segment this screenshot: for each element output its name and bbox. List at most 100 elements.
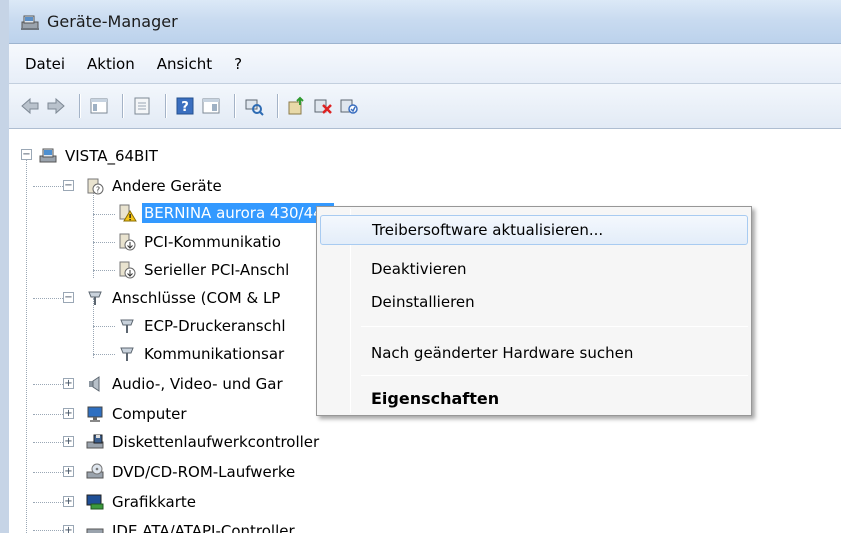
monitor-icon (87, 406, 103, 422)
tree-item-kommunikationsanschluss[interactable]: Kommunikationsar (117, 341, 286, 367)
menu-item-scan-hardware[interactable]: Nach geänderter Hardware suchen (320, 338, 748, 368)
port-icon (120, 347, 134, 361)
uninstall-button[interactable] (312, 95, 334, 117)
tree-item-label: IDE ATA/ATAPI-Controller (112, 522, 295, 533)
menu-item-label: Nach geänderter Hardware suchen (371, 344, 634, 362)
context-menu: Treibersoftware aktualisieren... Deaktiv… (316, 206, 752, 416)
speaker-icon (89, 376, 100, 392)
device-down-arrow-icon (119, 233, 136, 251)
optical-drive-icon (86, 463, 104, 479)
menu-item-label: Deinstallieren (371, 293, 475, 311)
tree-item-dvd[interactable]: DVD/CD-ROM-Laufwerke (85, 459, 297, 485)
window-left-edge (0, 0, 9, 533)
toolbar-separator (79, 94, 80, 118)
display-adapter-icon (86, 494, 104, 510)
toolbar: ? (9, 84, 841, 129)
tree-item-label: Grafikkarte (112, 493, 197, 511)
menu-item-disable[interactable]: Deaktivieren (320, 254, 748, 284)
port-icon (120, 319, 134, 333)
menu-bar: Datei Aktion Ansicht ? (9, 44, 841, 84)
tree-root-label: VISTA_64BIT (65, 147, 158, 165)
tree-connector (93, 242, 115, 243)
action-pane-button[interactable] (200, 95, 222, 117)
update-driver-button[interactable] (286, 95, 308, 117)
port-icon (88, 291, 102, 305)
svg-text:?: ? (96, 186, 100, 195)
back-icon (21, 97, 39, 115)
tree-item-diskettenlaufwerk[interactable]: Diskettenlaufwerkcontroller (85, 429, 321, 455)
scan-hardware-icon (245, 99, 264, 116)
help-icon: ? (176, 97, 194, 115)
tree-connector (93, 214, 115, 215)
svg-text:?: ? (181, 100, 189, 115)
back-button[interactable] (19, 95, 41, 117)
menu-help[interactable]: ? (234, 55, 242, 73)
tree-item-label: Serieller PCI-Anschl (144, 261, 290, 279)
console-tree-button[interactable] (88, 95, 110, 117)
expand-toggle[interactable]: + (63, 378, 74, 389)
update-driver-icon (288, 96, 304, 115)
collapse-toggle[interactable]: − (63, 292, 74, 303)
collapse-toggle[interactable]: − (63, 180, 74, 191)
tree-item-label: Computer (112, 405, 187, 423)
tree-item-andere-geraete[interactable]: ? Andere Geräte (85, 173, 224, 199)
tree-item-label: Anschlüsse (COM & LP (112, 289, 281, 307)
tree-item-grafikkarte[interactable]: Grafikkarte (85, 489, 198, 515)
properties-icon (134, 97, 150, 115)
tree-item-ide[interactable]: IDE ATA/ATAPI-Controller (85, 518, 297, 533)
properties-button[interactable] (131, 95, 153, 117)
window-title: Geräte-Manager (47, 12, 178, 31)
expand-toggle[interactable]: + (63, 496, 74, 507)
menu-aktion[interactable]: Aktion (87, 55, 135, 73)
warning-device-icon (119, 204, 137, 222)
tree-root[interactable]: VISTA_64BIT (38, 143, 160, 169)
scan-hardware-button[interactable] (243, 95, 265, 117)
collapse-toggle[interactable]: − (21, 149, 32, 160)
menu-ansicht[interactable]: Ansicht (157, 55, 212, 73)
device-manager-icon (21, 15, 39, 30)
help-button[interactable]: ? (174, 95, 196, 117)
toolbar-separator (234, 94, 235, 118)
console-tree-icon (90, 98, 108, 114)
tree-item-label-selected: BERNINA aurora 430/440 (142, 203, 335, 223)
expand-toggle[interactable]: + (63, 408, 74, 419)
device-down-arrow-icon (119, 261, 136, 279)
expand-toggle[interactable]: + (63, 525, 74, 533)
tree-item-label: Andere Geräte (112, 177, 222, 195)
tree-item-serieller-pci[interactable]: Serieller PCI-Anschl (117, 257, 291, 283)
menu-item-label: Eigenschaften (371, 388, 500, 408)
toolbar-separator (277, 94, 278, 118)
expand-toggle[interactable]: + (63, 466, 74, 477)
disable-button[interactable] (338, 95, 360, 117)
computer-icon (39, 148, 57, 163)
tree-item-audio[interactable]: Audio-, Video- und Gar (85, 371, 285, 397)
tree-connector (26, 154, 27, 533)
menu-item-uninstall[interactable]: Deinstallieren (320, 287, 748, 317)
menu-datei[interactable]: Datei (25, 55, 65, 73)
tree-connector (93, 326, 115, 327)
tree-item-computer[interactable]: Computer (85, 401, 189, 427)
tree-item-bernina[interactable]: BERNINA aurora 430/440 (117, 200, 335, 226)
toolbar-separator (122, 94, 123, 118)
tree-item-label: Audio-, Video- und Gar (112, 375, 283, 393)
forward-icon (47, 97, 65, 115)
tree-item-label: Kommunikationsar (144, 345, 285, 363)
title-bar[interactable]: Geräte-Manager (9, 0, 841, 44)
menu-item-label: Deaktivieren (371, 260, 467, 278)
tree-item-label: DVD/CD-ROM-Laufwerke (112, 463, 296, 481)
tree-connector (93, 354, 115, 355)
toolbar-separator (165, 94, 166, 118)
expand-toggle[interactable]: + (63, 436, 74, 447)
tree-item-anschluesse[interactable]: Anschlüsse (COM & LP (85, 285, 282, 311)
forward-button[interactable] (45, 95, 67, 117)
tree-item-label: PCI-Kommunikatio (144, 233, 281, 251)
floppy-controller-icon (86, 434, 104, 449)
tree-connector (93, 270, 115, 271)
tree-item-ecp-drucker[interactable]: ECP-Druckeranschl (117, 313, 288, 339)
unknown-device-icon: ? (87, 178, 104, 195)
menu-item-update-driver[interactable]: Treibersoftware aktualisieren... (320, 215, 748, 245)
menu-item-properties[interactable]: Eigenschaften (320, 383, 748, 413)
ide-controller-icon (86, 528, 104, 533)
tree-item-pci-kommunikation[interactable]: PCI-Kommunikatio (117, 229, 283, 255)
tree-item-label: ECP-Druckeranschl (144, 317, 286, 335)
